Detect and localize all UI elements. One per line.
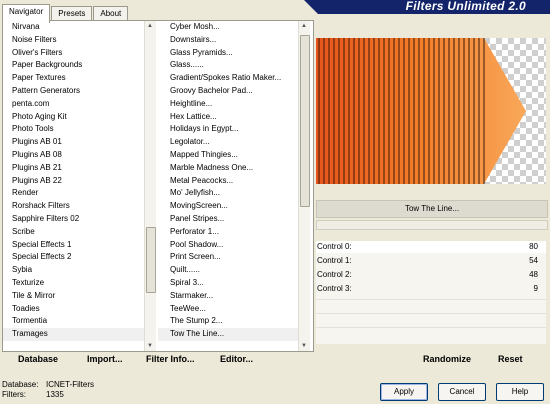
filter-item[interactable]: Mapped Thingies... <box>158 149 298 162</box>
category-item[interactable]: Toadies <box>3 303 144 316</box>
filter-item[interactable]: Hex Lattice... <box>158 111 298 124</box>
category-item[interactable]: Noise Filters <box>3 34 144 47</box>
scroll-thumb[interactable] <box>300 35 310 207</box>
category-item[interactable]: Rorshack Filters <box>3 200 144 213</box>
progress-bar <box>316 220 548 230</box>
category-item[interactable]: Plugins AB 21 <box>3 162 144 175</box>
filter-item[interactable]: Starmaker... <box>158 290 298 303</box>
reset-button[interactable]: Reset <box>498 354 523 364</box>
filter-item[interactable]: Heightline... <box>158 98 298 111</box>
control-1[interactable]: Control 1: 54 <box>316 255 546 267</box>
filter-item[interactable]: Cyber Mosh... <box>158 21 298 34</box>
category-item[interactable]: Special Effects 1 <box>3 239 144 252</box>
category-item[interactable]: Pattern Generators <box>3 85 144 98</box>
controls-panel: Control 0: 80 Control 1: 54 Control 2: 4… <box>316 241 546 344</box>
control-0[interactable]: Control 0: 80 <box>316 241 546 253</box>
category-item[interactable]: Photo Aging Kit <box>3 111 144 124</box>
category-item[interactable]: Special Effects 2 <box>3 251 144 264</box>
filter-item[interactable]: Marble Madness One... <box>158 162 298 175</box>
category-item[interactable]: Tile & Mirror <box>3 290 144 303</box>
divider <box>316 327 546 328</box>
filter-item[interactable]: Downstairs... <box>158 34 298 47</box>
category-list[interactable]: Nirvana Noise Filters Oliver's Filters Pape… <box>3 21 144 351</box>
divider <box>316 299 546 300</box>
filter-item[interactable]: Quilt...... <box>158 264 298 277</box>
filter-item[interactable]: TeeWee... <box>158 303 298 316</box>
editor-button[interactable]: Editor... <box>220 354 253 364</box>
apply-button[interactable]: Apply <box>380 383 428 401</box>
randomize-button[interactable]: Randomize <box>423 354 471 364</box>
filter-item[interactable]: Print Screen... <box>158 251 298 264</box>
category-item[interactable]: Sybia <box>3 264 144 277</box>
filter-item[interactable]: Holidays in Egypt... <box>158 123 298 136</box>
filter-item[interactable]: Mo' Jellyfish... <box>158 187 298 200</box>
import-button[interactable]: Import... <box>87 354 123 364</box>
cancel-button[interactable]: Cancel <box>438 383 486 401</box>
filter-item[interactable]: The Stump 2... <box>158 315 298 328</box>
category-scrollbar[interactable]: ▲ ▼ <box>144 21 156 351</box>
category-item[interactable]: Tormentia <box>3 315 144 328</box>
category-item[interactable]: Scribe <box>3 226 144 239</box>
tab-bar: Navigator Presets About <box>2 4 129 23</box>
category-item[interactable]: Paper Textures <box>3 72 144 85</box>
filter-item[interactable]: Tow The Line... <box>158 328 298 341</box>
category-item[interactable]: penta.com <box>3 98 144 111</box>
filter-list[interactable]: Cyber Mosh... Downstairs... Glass Pyramids… <box>158 21 298 351</box>
filter-info-button[interactable]: Filter Info... <box>146 354 195 364</box>
tab-navigator[interactable]: Navigator <box>2 4 51 23</box>
title-banner: Filters Unlimited 2.0 <box>304 0 550 14</box>
database-name: ICNET-Filters <box>46 380 94 389</box>
divider <box>316 313 546 314</box>
category-item[interactable]: Plugins AB 01 <box>3 136 144 149</box>
category-item[interactable]: Texturize <box>3 277 144 290</box>
filter-item[interactable]: Groovy Bachelor Pad... <box>158 85 298 98</box>
navigator-panel: Nirvana Noise Filters Oliver's Filters Pape… <box>2 20 314 352</box>
filter-item[interactable]: Glass...... <box>158 59 298 72</box>
category-item[interactable]: Paper Backgrounds <box>3 59 144 72</box>
banner-title: Filters Unlimited 2.0 <box>405 0 526 13</box>
scroll-thumb[interactable] <box>146 227 156 293</box>
control-3[interactable]: Control 3: 9 <box>316 283 546 295</box>
help-button[interactable]: Help <box>496 383 544 401</box>
category-item[interactable]: Oliver's Filters <box>3 47 144 60</box>
filter-item[interactable]: MovingScreen... <box>158 200 298 213</box>
scroll-down-icon[interactable]: ▼ <box>301 343 307 349</box>
control-2[interactable]: Control 2: 48 <box>316 269 546 281</box>
filter-item[interactable]: Gradient/Spokes Ratio Maker... <box>158 72 298 85</box>
scroll-up-icon[interactable]: ▲ <box>147 23 153 29</box>
filter-item[interactable]: Spiral 3... <box>158 277 298 290</box>
selected-filter-name: Tow The Line... <box>316 200 548 218</box>
filter-item[interactable]: Legolator... <box>158 136 298 149</box>
category-item[interactable]: Render <box>3 187 144 200</box>
category-item[interactable]: Photo Tools <box>3 123 144 136</box>
database-info: Database: ICNET-Filters Filters: 1335 <box>2 380 94 399</box>
category-item[interactable]: Sapphire Filters 02 <box>3 213 144 226</box>
navigator-button-row: Database Import... Filter Info... Editor… <box>2 350 312 368</box>
database-button[interactable]: Database <box>18 354 58 364</box>
category-item[interactable]: Plugins AB 22 <box>3 175 144 188</box>
filter-item[interactable]: Panel Stripes... <box>158 213 298 226</box>
scroll-up-icon[interactable]: ▲ <box>301 23 307 29</box>
filter-item[interactable]: Glass Pyramids... <box>158 47 298 60</box>
filter-count: 1335 <box>46 390 64 399</box>
filter-item[interactable]: Perforator 1... <box>158 226 298 239</box>
filter-item[interactable]: Pool Shadow... <box>158 239 298 252</box>
preview-image <box>316 38 546 184</box>
scroll-down-icon[interactable]: ▼ <box>147 343 153 349</box>
filter-scrollbar[interactable]: ▲ ▼ <box>298 21 310 351</box>
category-item[interactable]: Tramages <box>3 328 144 341</box>
filter-item[interactable]: Metal Peacocks... <box>158 175 298 188</box>
category-item[interactable]: Plugins AB 08 <box>3 149 144 162</box>
